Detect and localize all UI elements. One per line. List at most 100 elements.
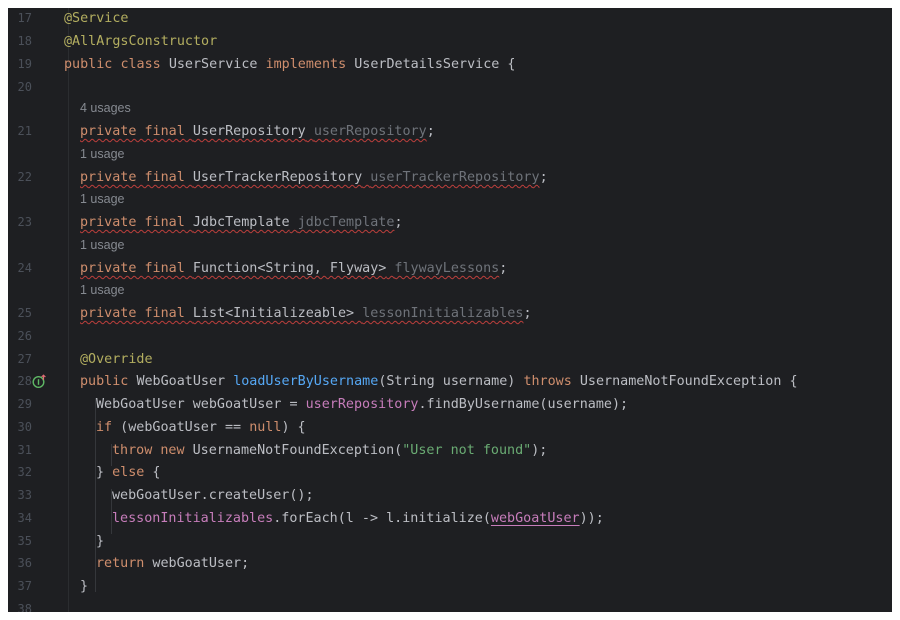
code-line[interactable]: 30 if (webGoatUser == null) { xyxy=(8,416,892,439)
code-text: WebGoatUser webGoatUser = xyxy=(96,397,306,412)
implements-method-icon[interactable] xyxy=(32,374,47,389)
statement: if (webGoatUser == null) { xyxy=(96,416,306,439)
code-line[interactable]: 18 @AllArgsConstructor xyxy=(8,30,892,53)
field-type: JdbcTemplate xyxy=(192,215,290,230)
line-number: 35 xyxy=(17,534,32,548)
code-text: } xyxy=(96,465,113,480)
line-number: 38 xyxy=(17,602,32,612)
code-line[interactable]: 37 } xyxy=(8,575,892,598)
code-line[interactable]: 31 throw new UsernameNotFoundException("… xyxy=(8,439,892,462)
field-type: List<Initializeable> xyxy=(192,306,355,321)
line-number: 37 xyxy=(17,579,32,593)
line-number: 18 xyxy=(17,34,32,48)
field-type: UserRepository xyxy=(192,124,306,139)
exception-type: UsernameNotFoundException { xyxy=(579,374,798,389)
code-line[interactable]: 32 } else { xyxy=(8,461,892,484)
modifiers: private final xyxy=(80,215,185,230)
usage-hint[interactable]: 1 usage xyxy=(80,279,124,302)
annotation-allargsconstructor: @AllArgsConstructor xyxy=(64,34,218,49)
code-line[interactable]: 33 webGoatUser.createUser(); xyxy=(8,484,892,507)
usage-hint[interactable]: 4 usages xyxy=(80,97,131,120)
field-declaration: private final List<Initializeable> lesso… xyxy=(80,302,532,325)
keyword: public xyxy=(64,57,113,72)
method-name: loadUserByUsername xyxy=(233,374,379,389)
field-type: Function<String, Flyway> xyxy=(192,261,387,276)
semicolon: ; xyxy=(523,306,532,321)
keyword: null xyxy=(249,420,282,435)
closing-brace: } xyxy=(80,579,89,594)
code-editor[interactable]: 17 @Service 18 @AllArgsConstructor 19 pu… xyxy=(8,8,892,612)
code-line[interactable]: 36 return webGoatUser; xyxy=(8,552,892,575)
class-declaration: public class UserService implements User… xyxy=(64,53,516,76)
code-line[interactable]: 17 @Service xyxy=(8,8,892,30)
statement: lessonInitializables.forEach(l -> l.init… xyxy=(112,507,604,530)
code-line[interactable]: 27 @Override xyxy=(8,348,892,371)
line-number: 20 xyxy=(17,80,32,94)
parameters: (String username) xyxy=(378,374,516,389)
line-number: 29 xyxy=(17,397,32,411)
code-line[interactable]: 26 xyxy=(8,325,892,348)
field-declaration: private final JdbcTemplate jdbcTemplate; xyxy=(80,211,403,234)
usage-hint[interactable]: 1 usage xyxy=(80,234,124,257)
modifiers: private final xyxy=(80,261,185,276)
code-line[interactable]: 22 private final UserTrackerRepository u… xyxy=(8,166,892,189)
usage-hint[interactable]: 1 usage xyxy=(80,143,124,166)
code-line[interactable]: 35 } xyxy=(8,530,892,553)
line-number: 33 xyxy=(17,488,32,502)
return-type: WebGoatUser xyxy=(136,374,226,389)
code-text: UsernameNotFoundException( xyxy=(184,443,403,458)
statement: WebGoatUser webGoatUser = userRepository… xyxy=(96,393,628,416)
line-number: 24 xyxy=(17,261,32,275)
keyword: if xyxy=(96,420,113,435)
keyword: throw new xyxy=(112,443,185,458)
code-line[interactable]: 20 xyxy=(8,76,892,99)
code-line[interactable]: 29 WebGoatUser webGoatUser = userReposit… xyxy=(8,393,892,416)
line-number: 23 xyxy=(17,215,32,229)
keyword: implements xyxy=(265,57,347,72)
field-name: userTrackerRepository xyxy=(370,170,540,185)
code-text: .findByUsername(username); xyxy=(418,397,629,412)
annotation-service: @Service xyxy=(64,11,129,26)
string-literal: "User not found" xyxy=(402,443,532,458)
semicolon: ; xyxy=(426,124,435,139)
field-name: lessonInitializables xyxy=(362,306,524,321)
statement: return webGoatUser; xyxy=(96,552,249,575)
closing-brace: } xyxy=(96,534,105,549)
code-line[interactable]: 28 public WebGoatUser loadUserByUsername… xyxy=(8,370,892,393)
semicolon: ; xyxy=(539,170,548,185)
code-text: .forEach(l -> l.initialize( xyxy=(273,511,491,526)
usage-hint[interactable]: 1 usage xyxy=(80,188,124,211)
line-number: 19 xyxy=(17,57,32,71)
field-declaration: private final UserTrackerRepository user… xyxy=(80,166,548,189)
field-type: UserTrackerRepository xyxy=(192,170,363,185)
line-number: 28 xyxy=(17,374,32,388)
line-number: 25 xyxy=(17,306,32,320)
code-line[interactable]: 38 xyxy=(8,598,892,612)
line-number: 22 xyxy=(17,170,32,184)
code-line[interactable]: 21 private final UserRepository userRepo… xyxy=(8,120,892,143)
code-text: webGoatUser; xyxy=(144,556,250,571)
interface-name: UserDetailsService { xyxy=(354,57,516,72)
line-number: 26 xyxy=(17,329,32,343)
code-line[interactable]: 19 public class UserService implements U… xyxy=(8,53,892,76)
line-number: 30 xyxy=(17,420,32,434)
code-text: ); xyxy=(531,443,548,458)
modifiers: private final xyxy=(80,306,185,321)
line-number: 32 xyxy=(17,465,32,479)
semicolon: ; xyxy=(499,261,508,276)
semicolon: ; xyxy=(394,215,403,230)
field-name: userRepository xyxy=(313,124,427,139)
code-text: )); xyxy=(579,511,604,526)
keyword: class xyxy=(120,57,161,72)
keyword: throws xyxy=(523,374,572,389)
keyword: public xyxy=(80,374,129,389)
code-line[interactable]: 25 private final List<Initializeable> le… xyxy=(8,302,892,325)
statement: webGoatUser.createUser(); xyxy=(112,488,314,503)
field-name: jdbcTemplate xyxy=(297,215,395,230)
line-number: 31 xyxy=(17,443,32,457)
field-name: flywayLessons xyxy=(394,261,500,276)
code-line[interactable]: 23 private final JdbcTemplate jdbcTempla… xyxy=(8,211,892,234)
line-number: 36 xyxy=(17,556,32,570)
code-line[interactable]: 24 private final Function<String, Flyway… xyxy=(8,257,892,280)
code-line[interactable]: 34 lessonInitializables.forEach(l -> l.i… xyxy=(8,507,892,530)
